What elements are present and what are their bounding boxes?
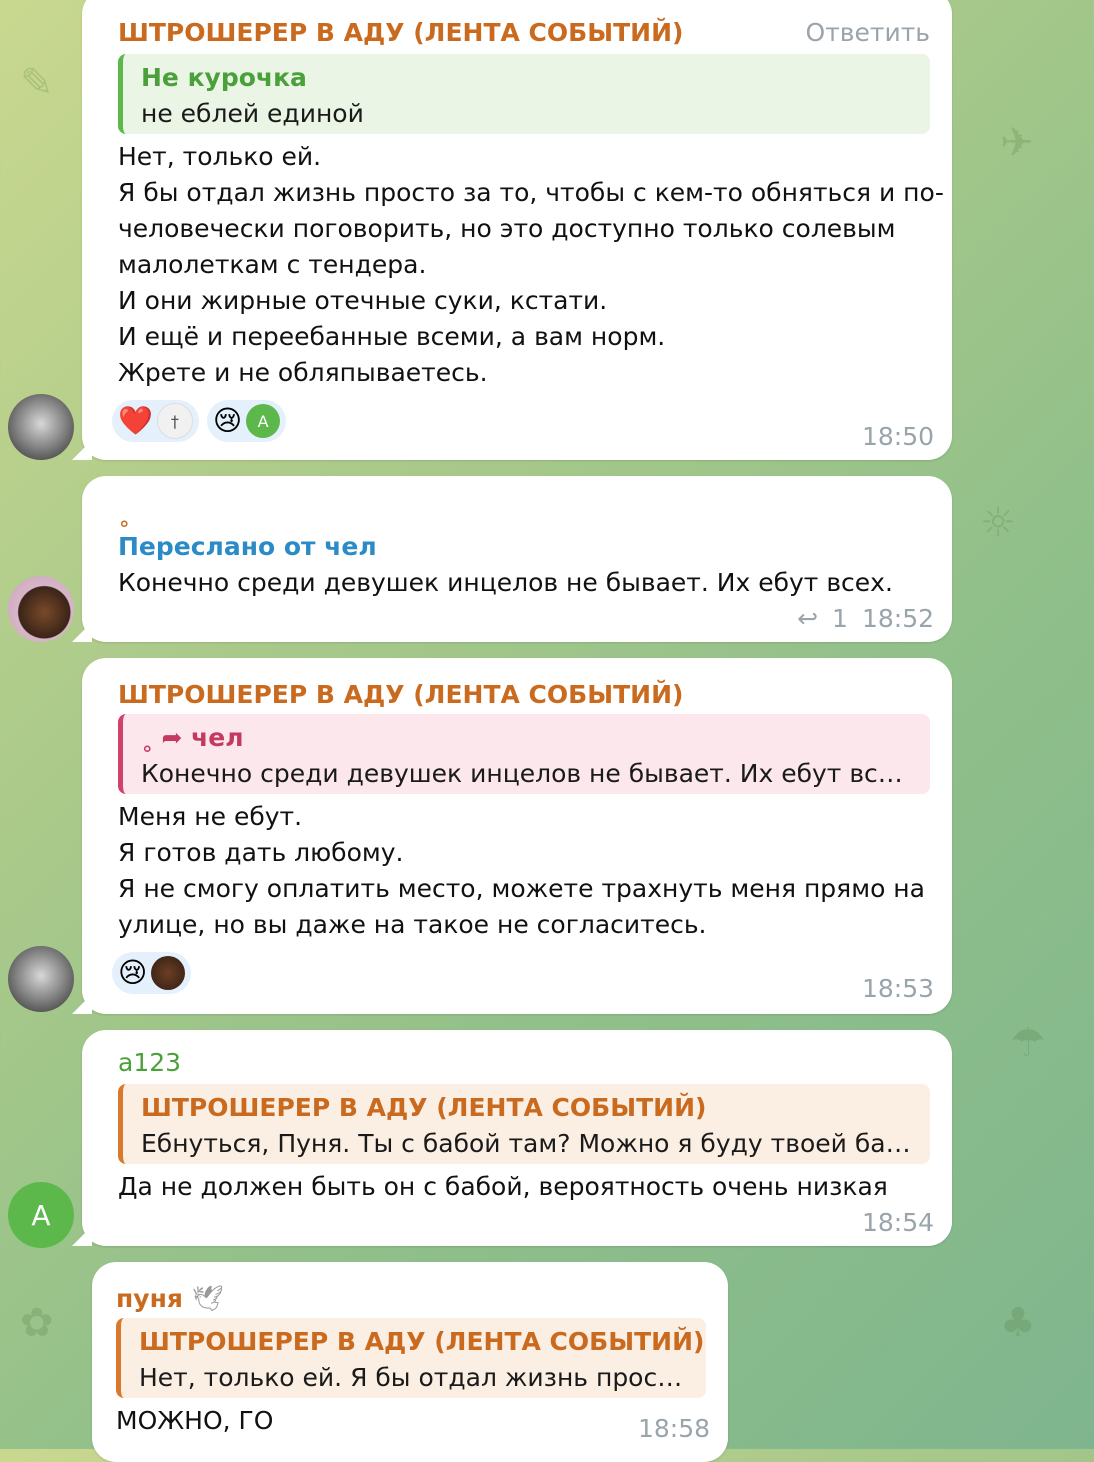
reactor-avatar: A xyxy=(246,404,281,438)
reply-quote[interactable]: ˳ ➦ чел Конечно среди девушек инцелов не… xyxy=(118,714,930,794)
message-bubble[interactable]: пуня 🕊 ШТРОШЕРЕР В АДУ (ЛЕНТА СОБЫТИЙ) Н… xyxy=(92,1262,728,1462)
reply-quote[interactable]: Не курочка не еблей единой xyxy=(118,54,930,134)
message-text: Конечно среди девушек инцелов не бывает.… xyxy=(118,565,932,601)
reactions-bar: ❤️ † 😢 A xyxy=(112,400,287,442)
quote-body: Нет, только ей. Я бы отдал жизнь просто … xyxy=(139,1363,706,1392)
message-bubble[interactable]: ШТРОШЕРЕР В АДУ (ЛЕНТА СОБЫТИЙ) ˳ ➦ чел … xyxy=(72,658,952,1014)
message-line: Нет, только ей. xyxy=(118,142,322,171)
message-sender[interactable]: ШТРОШЕРЕР В АДУ (ЛЕНТА СОБЫТИЙ) xyxy=(118,680,683,709)
reaction-heart[interactable]: ❤️ † xyxy=(112,400,199,442)
message-text: Меня не ебут. Я готов дать любому. Я не … xyxy=(118,799,932,943)
heart-icon: ❤️ xyxy=(118,404,153,437)
sender-avatar[interactable] xyxy=(8,394,74,460)
reply-count[interactable]: 1 xyxy=(832,604,848,633)
forward-arrow-icon: ➦ xyxy=(161,723,192,752)
reply-quote[interactable]: ШТРОШЕРЕР В АДУ (ЛЕНТА СОБЫТИЙ) Нет, тол… xyxy=(116,1318,706,1398)
message-time: 18:54 xyxy=(861,1208,934,1237)
message-line: Конечно среди девушек инцелов не бывает.… xyxy=(118,568,893,597)
wallpaper-doodle: ♣ xyxy=(1000,1300,1036,1346)
wallpaper-doodle: ☼ xyxy=(980,500,1016,546)
message-text: Нет, только ей. Я бы отдал жизнь просто … xyxy=(118,139,944,391)
message-line: И ещё и переебанные всеми, а вам норм. xyxy=(118,322,666,351)
message-line: И они жирные отечные суки, кстати. xyxy=(118,286,608,315)
message-line: Я не смогу оплатить место, можете трахну… xyxy=(118,874,925,903)
message-text: Да не должен быть он с бабой, вероятност… xyxy=(118,1169,932,1205)
quote-title: ШТРОШЕРЕР В АДУ (ЛЕНТА СОБЫТИЙ) xyxy=(139,1327,705,1356)
crying-face-icon: 😢 xyxy=(118,956,148,989)
message-bubble[interactable]: a123 ШТРОШЕРЕР В АДУ (ЛЕНТА СОБЫТИЙ) Ебн… xyxy=(72,1030,952,1246)
sender-avatar[interactable] xyxy=(8,946,74,1012)
dove-icon: 🕊 xyxy=(191,1284,224,1313)
message-time: 18:52 xyxy=(861,604,934,633)
message-line: Я бы отдал жизнь просто за то, чтобы с к… xyxy=(118,178,944,207)
message-text: МОЖНО, ГО xyxy=(116,1403,708,1439)
message-line: Да не должен быть он с бабой, вероятност… xyxy=(118,1172,888,1201)
forward-dot: ˳ xyxy=(141,723,162,752)
reactor-avatar: † xyxy=(156,403,193,439)
reaction-cry[interactable]: 😢 A xyxy=(206,400,287,442)
reply-arrow-icon[interactable]: ↩ xyxy=(797,604,818,633)
message-line: улице, но вы даже на такое не согласитес… xyxy=(118,910,707,939)
message-time: 18:58 xyxy=(637,1414,710,1443)
message-time: 18:50 xyxy=(861,422,934,451)
sender-name: пуня xyxy=(116,1284,183,1313)
wallpaper-doodle: ✈ xyxy=(1000,120,1034,166)
crying-face-icon: 😢 xyxy=(212,404,243,437)
message-sender[interactable]: пуня 🕊 xyxy=(116,1284,223,1314)
quote-title: Не курочка xyxy=(141,63,307,92)
reply-quote[interactable]: ШТРОШЕРЕР В АДУ (ЛЕНТА СОБЫТИЙ) Ебнуться… xyxy=(118,1084,930,1164)
wallpaper-doodle: ☂ xyxy=(1010,1020,1046,1066)
message-line: человечески поговорить, но это доступно … xyxy=(118,214,896,243)
message-line: Я готов дать любому. xyxy=(118,838,404,867)
quote-body: не еблей единой xyxy=(141,99,364,128)
forward-dot: ˳ xyxy=(118,498,131,527)
reaction-cry[interactable]: 😢 xyxy=(112,952,192,994)
message-bubble[interactable]: ˳ Переслано от чел Конечно среди девушек… xyxy=(72,476,952,642)
message-sender[interactable]: ШТРОШЕРЕР В АДУ (ЛЕНТА СОБЫТИЙ) xyxy=(118,18,683,47)
sender-avatar[interactable]: A xyxy=(8,1182,74,1248)
message-bubble[interactable]: ШТРОШЕРЕР В АДУ (ЛЕНТА СОБЫТИЙ) Ответить… xyxy=(72,0,952,460)
message-line: Жрете и не обляпываетесь. xyxy=(118,358,488,387)
reactions-bar: 😢 xyxy=(112,952,192,994)
wallpaper-doodle: ✎ xyxy=(20,60,54,106)
sender-avatar[interactable] xyxy=(8,576,74,642)
quote-body: Конечно среди девушек инцелов не бывает.… xyxy=(141,759,916,788)
reply-button[interactable]: Ответить xyxy=(806,18,930,47)
wallpaper-doodle: ✿ xyxy=(20,1300,54,1346)
quote-title: чел xyxy=(191,723,244,752)
forwarded-from-label[interactable]: Переслано от чел xyxy=(118,532,377,561)
quote-title: ШТРОШЕРЕР В АДУ (ЛЕНТА СОБЫТИЙ) xyxy=(141,1093,707,1122)
message-line: МОЖНО, ГО xyxy=(116,1406,274,1435)
message-line: Меня не ебут. xyxy=(118,802,303,831)
message-line: малолеткам с тендера. xyxy=(118,250,427,279)
reactor-avatar xyxy=(151,956,186,990)
message-sender[interactable]: a123 xyxy=(118,1048,181,1077)
message-time: 18:53 xyxy=(861,974,934,1003)
quote-body: Ебнуться, Пуня. Ты с бабой там? Можно я … xyxy=(141,1129,930,1158)
